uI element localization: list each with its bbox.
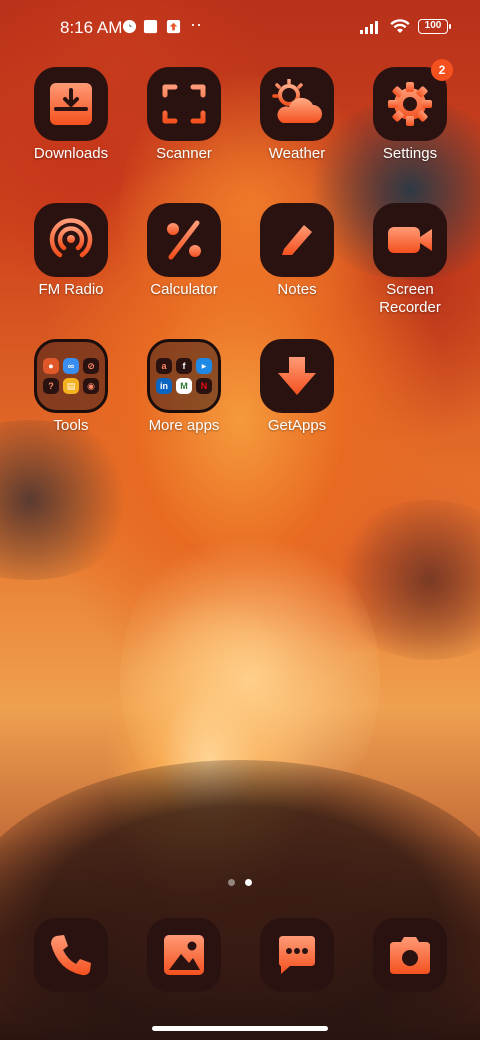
infinity-icon: ∞: [63, 358, 79, 374]
app-getapps[interactable]: GetApps: [241, 339, 353, 435]
folder-more-apps[interactable]: a f ▶ in M N More apps: [128, 339, 240, 435]
app-screen-recorder[interactable]: Screen Recorder: [354, 203, 466, 317]
app-label: Weather: [268, 145, 326, 162]
app-label: Notes: [277, 281, 317, 298]
netflix-icon: N: [196, 378, 212, 394]
notification-upload-icon: [166, 19, 181, 34]
app-calculator[interactable]: Calculator: [128, 203, 240, 299]
status-time: 8:16 AM: [60, 18, 123, 37]
download-arrow-icon: [260, 339, 334, 413]
app-weather[interactable]: Weather: [241, 67, 353, 163]
page-dot-active[interactable]: [245, 879, 252, 886]
app-downloads[interactable]: Downloads: [15, 67, 127, 163]
shopping-icon: M: [176, 378, 192, 394]
notification-badge: 2: [431, 59, 453, 81]
notification-square-icon: [143, 19, 158, 34]
video-camera-icon: [373, 203, 447, 277]
app-label: GetApps: [267, 417, 327, 434]
downloads-icon: [34, 67, 108, 141]
app-label: Scanner: [156, 145, 212, 162]
app-scanner[interactable]: Scanner: [128, 67, 240, 163]
folder-tools[interactable]: ● ∞ ⊘ ? ▤ ◉ Tools: [15, 339, 127, 435]
fm-radio-icon: [34, 203, 108, 277]
status-bar: 8:16 AM ·· 100: [0, 0, 480, 56]
settings-icon: 2: [373, 59, 453, 141]
cleaner-icon: ◉: [83, 378, 99, 394]
amazon-icon: a: [156, 358, 172, 374]
gallery-icon: [147, 918, 221, 992]
signal-icon: [360, 21, 378, 34]
app-label: More apps: [148, 417, 220, 434]
dock-camera[interactable]: [373, 918, 447, 992]
folder-icon: a f ▶ in M N: [147, 339, 221, 413]
phone-icon: [34, 918, 108, 992]
weather-icon: [260, 67, 334, 141]
app-label: Calculator: [150, 281, 218, 298]
app-label: FM Radio: [38, 281, 104, 298]
home-indicator[interactable]: [152, 1026, 328, 1031]
dock-phone[interactable]: [34, 918, 108, 992]
calculator-icon: [147, 203, 221, 277]
app-notes[interactable]: Notes: [241, 203, 353, 299]
file-manager-icon: ▤: [63, 378, 79, 394]
compass-icon: ⊘: [83, 358, 99, 374]
notification-app-icon: [122, 19, 137, 34]
folder-icon: ● ∞ ⊘ ? ▤ ◉: [34, 339, 108, 413]
record-icon: ●: [43, 358, 59, 374]
dock-gallery[interactable]: [147, 918, 221, 992]
dock-messages[interactable]: [260, 918, 334, 992]
wifi-icon: [390, 19, 410, 33]
help-icon: ?: [43, 378, 59, 394]
prime-video-icon: ▶: [196, 358, 212, 374]
app-fm-radio[interactable]: FM Radio: [15, 203, 127, 299]
facebook-icon: f: [176, 358, 192, 374]
linkedin-icon: in: [156, 378, 172, 394]
page-dot[interactable]: [228, 879, 235, 886]
camera-icon: [373, 918, 447, 992]
app-label: Downloads: [33, 145, 109, 162]
app-label: Tools: [53, 417, 89, 434]
app-settings[interactable]: 2 Settings: [354, 59, 466, 163]
app-label: Settings: [382, 145, 438, 162]
messages-icon: [260, 918, 334, 992]
page-indicator: [0, 879, 480, 886]
more-notifications-icon: ··: [190, 14, 202, 34]
notes-icon: [260, 203, 334, 277]
battery-icon: 100: [418, 19, 451, 34]
scanner-icon: [147, 67, 221, 141]
app-label: Screen Recorder: [379, 281, 441, 316]
